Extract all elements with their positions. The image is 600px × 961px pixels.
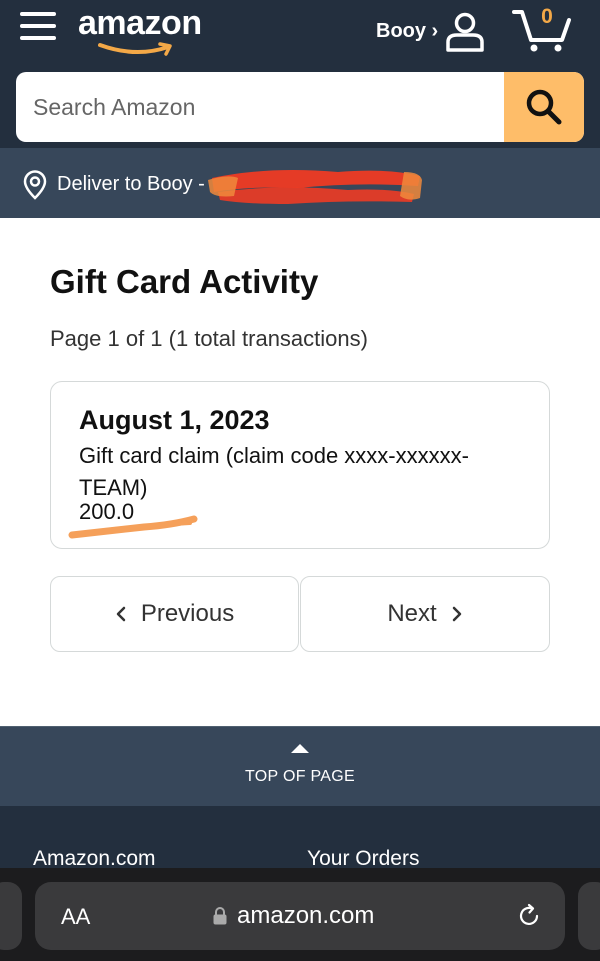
logo-smile-icon [98, 42, 172, 56]
transaction-date: August 1, 2023 [79, 405, 270, 435]
back-to-top-label: TOP OF PAGE [245, 768, 355, 785]
chevron-right-icon [452, 606, 461, 622]
next-label: Next [387, 600, 437, 627]
location-pin-icon [23, 170, 47, 200]
previous-label: Previous [140, 600, 235, 627]
redaction-scribble [208, 170, 422, 204]
search-icon [526, 89, 562, 125]
logo-text: amazon [78, 4, 202, 42]
text-size-button[interactable]: AA [61, 904, 90, 930]
footer: Amazon.com Your Orders [0, 806, 600, 870]
amount-highlight-scribble [68, 515, 198, 539]
page-info: Page 1 of 1 (1 total transactions) [50, 326, 368, 351]
previous-tab-edge[interactable] [0, 882, 22, 950]
search-bar [16, 72, 584, 142]
menu-icon[interactable] [20, 12, 56, 46]
next-tab-edge[interactable] [578, 882, 600, 950]
header: amazon Booy › 0 [0, 0, 600, 148]
url-text: amazon.com [237, 902, 375, 929]
caret-up-icon [291, 744, 309, 753]
amazon-logo[interactable]: amazon [78, 4, 202, 56]
main-content: Gift Card Activity Page 1 of 1 (1 total … [0, 218, 600, 726]
address-bar[interactable]: AA amazon.com [35, 882, 565, 950]
page-title: Gift Card Activity [50, 263, 319, 300]
cart-count-badge: 0 [541, 5, 553, 28]
chevron-left-icon [116, 606, 126, 622]
search-input[interactable] [16, 72, 504, 142]
reload-icon[interactable] [515, 902, 543, 930]
user-icon[interactable] [444, 12, 486, 52]
back-to-top[interactable]: TOP OF PAGE [0, 726, 600, 806]
deliver-to-label: Deliver to Booy - [57, 173, 205, 195]
transaction-description: Gift card claim (claim code xxxx-xxxxxx-… [79, 443, 469, 500]
browser-toolbar: AA amazon.com [0, 868, 600, 961]
next-button[interactable]: Next [300, 576, 550, 652]
account-link[interactable]: Booy › [376, 20, 438, 43]
search-button[interactable] [504, 72, 584, 142]
lock-icon [213, 907, 227, 925]
previous-button[interactable]: Previous [50, 576, 299, 652]
